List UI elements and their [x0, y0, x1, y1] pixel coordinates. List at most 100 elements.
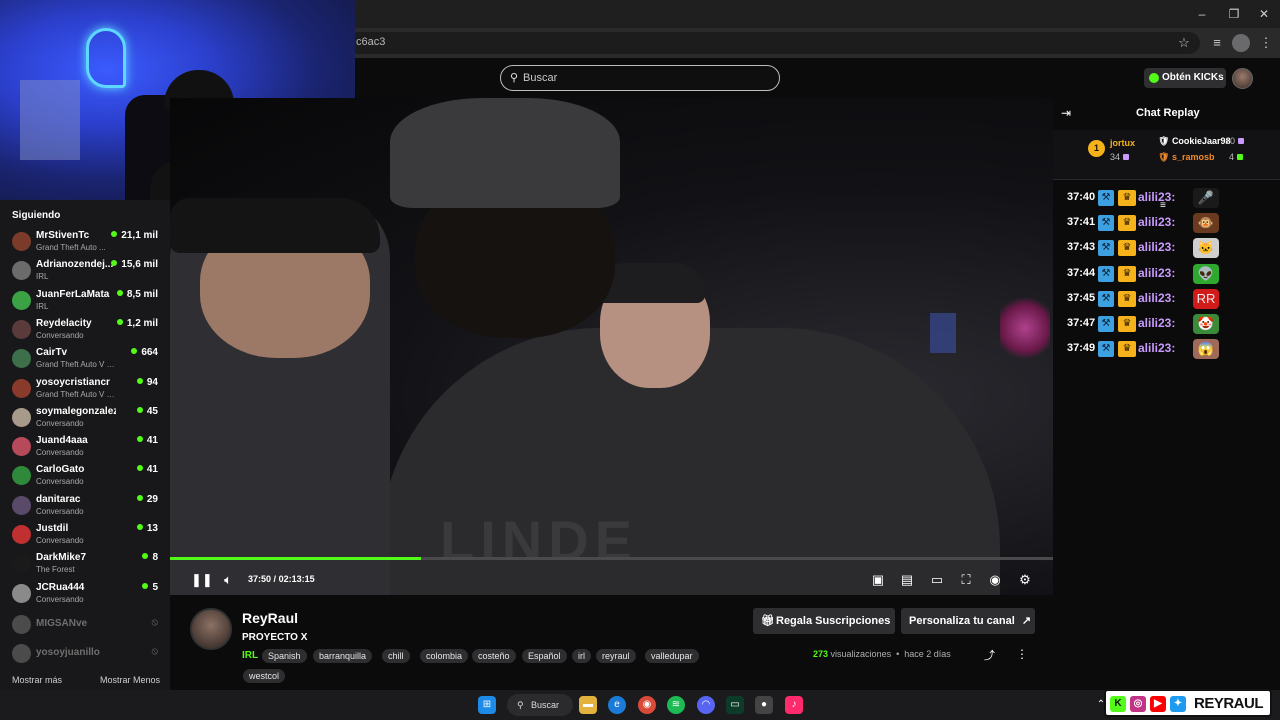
live-dot-icon [116, 318, 123, 325]
webcam-shelf [20, 80, 80, 160]
stream-tag[interactable]: colombia [420, 649, 469, 663]
channel-name[interactable]: ReyRaul [242, 610, 298, 626]
show-more-link[interactable]: Mostrar más [12, 675, 62, 685]
video-player[interactable]: LINDE [170, 98, 1053, 595]
windows-start-icon[interactable]: ⊞ [478, 696, 496, 714]
url-text: c6ac3 [356, 36, 386, 48]
live-dot-icon [142, 553, 149, 560]
discord-icon[interactable]: ◠ [697, 696, 715, 714]
volume-icon[interactable]: 🔈︎ [220, 572, 236, 588]
url-field[interactable]: c6ac3 [330, 32, 1200, 54]
tiktok-icon[interactable]: ♪ [785, 696, 803, 714]
close-window-button[interactable]: ✕ [1251, 4, 1277, 24]
playback-speed-icon[interactable]: ◉ [987, 572, 1003, 588]
theater-mode-icon[interactable]: ▭ [929, 572, 945, 588]
search-box[interactable]: ⚲ [500, 65, 780, 91]
sidebar-channel-item[interactable]: Adrianozendej... IRL 15,6 mil [0, 257, 170, 285]
video-progress-bar[interactable] [170, 557, 1053, 560]
chat-message: 37:44 ⚒ ♛ alili23: 👽 [1067, 263, 1267, 284]
user-avatar[interactable] [1232, 68, 1253, 89]
stream-tag[interactable]: Spanish [262, 649, 307, 663]
app-icon[interactable]: ▭ [726, 696, 744, 714]
sidebar-channel-item[interactable]: MrStivenTc Grand Theft Auto ... 21,1 mil [0, 228, 170, 256]
stream-category[interactable]: IRL [242, 650, 258, 661]
fullscreen-icon[interactable]: ⛶ [958, 572, 974, 588]
offline-icon: ⦸ [151, 646, 158, 658]
chrome-icon[interactable]: ◉ [638, 696, 656, 714]
message-emote-icon: 🐵 [1193, 213, 1219, 234]
profile-icon[interactable] [1232, 34, 1250, 52]
stream-tag[interactable]: costeño [472, 649, 516, 663]
edge-icon[interactable]: e [608, 696, 626, 714]
sidebar-channel-item[interactable]: yosoycristiancrGrand Theft Auto V (GTA) 9… [0, 375, 170, 403]
clip-icon[interactable]: ▤ [899, 572, 915, 588]
viewer-count: 8,5 mil [116, 289, 158, 300]
message-username[interactable]: alili23: [1138, 266, 1175, 280]
sidebar-channel-item-offline[interactable]: MIGSANve ⦸ [0, 611, 170, 639]
sidebar-channel-item[interactable]: JCRua444 Conversando 5 [0, 580, 170, 608]
channel-avatar[interactable] [190, 608, 232, 650]
get-kicks-label: Obtén KICKs [1162, 72, 1224, 83]
message-username[interactable]: alili23: [1138, 341, 1175, 355]
stream-tag[interactable]: barranquilla [313, 649, 373, 663]
kick-icon: K [1110, 696, 1126, 712]
maximize-button[interactable]: ❐ [1221, 4, 1247, 24]
channel-avatar [12, 466, 31, 486]
message-username[interactable]: alili23: [1138, 240, 1175, 254]
obs-icon[interactable]: ● [755, 696, 773, 714]
channel-category: Conversando [36, 330, 84, 340]
sidebar-channel-item[interactable]: CairTv Grand Theft Auto V (G... 664 [0, 345, 170, 373]
message-username[interactable]: alili23: [1138, 291, 1175, 305]
stream-tag[interactable]: valledupar [645, 649, 699, 663]
message-time: 37:47 [1067, 317, 1096, 329]
gifter-2-name[interactable]: 🛡︎ CookieJaar98 [1158, 136, 1230, 147]
chat-message: 37:45 ⚒ ♛ alili23: RR [1067, 288, 1267, 309]
browser-menu-icon[interactable]: ⋮ [1257, 34, 1275, 52]
sidebar-channel-item[interactable]: Justdil Conversando 13 [0, 521, 170, 549]
file-explorer-icon[interactable]: ▬ [579, 696, 597, 714]
message-username[interactable]: alili23: [1138, 316, 1175, 330]
viewer-count: 8 [142, 552, 158, 563]
share-icon[interactable]: ⤴ [984, 647, 995, 663]
more-options-icon[interactable]: ⋮ [1016, 647, 1028, 661]
miniplayer-icon[interactable]: ▣ [870, 572, 886, 588]
top-gifter-name[interactable]: jortux [1110, 138, 1135, 148]
gift-subs-button[interactable]: 🎁︎ Regala Suscripciones [753, 608, 895, 634]
media-controls-icon[interactable]: ≡ [1208, 34, 1226, 52]
sidebar-channel-item[interactable]: soymalegonzalez Conversando 45 [0, 404, 170, 432]
message-username[interactable]: alili23: [1138, 190, 1175, 204]
bookmark-star-icon[interactable]: ☆ [1175, 34, 1193, 52]
pause-icon[interactable]: ❚❚ [191, 572, 213, 588]
viewer-count: 41 [136, 464, 158, 475]
sidebar-channel-item[interactable]: Reydelacity Conversando 1,2 mil [0, 316, 170, 344]
sidebar-channel-item[interactable]: Juand4aaa Conversando 41 [0, 433, 170, 461]
stream-tag[interactable]: reyraul [596, 649, 636, 663]
get-kicks-button[interactable]: Obtén KICKs [1144, 68, 1226, 88]
search-input[interactable] [523, 69, 763, 87]
minimize-button[interactable]: – [1189, 4, 1215, 24]
sidebar-channel-item[interactable]: DarkMike7 The Forest 8 [0, 550, 170, 578]
stream-tag[interactable]: irl [572, 649, 591, 663]
settings-gear-icon[interactable]: ⚙ [1017, 572, 1033, 588]
channel-name: JuanFerLaMata [36, 288, 110, 300]
sidebar-channel-item[interactable]: JuanFerLaMata IRL 8,5 mil [0, 287, 170, 315]
channel-category: Grand Theft Auto ... [36, 243, 106, 252]
spotify-icon[interactable]: ≋ [667, 696, 685, 714]
channel-name: yosoycristiancr [36, 376, 110, 388]
sidebar-channel-item[interactable]: danitarac Conversando 29 [0, 492, 170, 520]
customize-channel-button[interactable]: Personaliza tu canal ↗ [901, 608, 1035, 634]
collapse-chat-icon[interactable]: ⇥ [1061, 106, 1071, 120]
taskbar-search[interactable]: ⚲ Buscar [507, 694, 573, 716]
message-username[interactable]: alili23: [1138, 215, 1175, 229]
sidebar-channel-item[interactable]: CarloGato Conversando 41 [0, 462, 170, 490]
channel-category: IRL [36, 301, 49, 311]
stream-tag[interactable]: westcol [243, 669, 286, 683]
stream-tag[interactable]: Español [522, 649, 567, 663]
twitter-icon: ✦ [1170, 696, 1186, 712]
stream-tag[interactable]: chill [382, 649, 410, 663]
gifter-3-name[interactable]: 🛡︎ s_ramosb [1158, 152, 1214, 163]
instagram-icon: ◎ [1130, 696, 1146, 712]
sidebar-channel-item-offline[interactable]: yosoyjuanillo ⦸ [0, 640, 170, 668]
show-less-link[interactable]: Mostrar Menos [100, 675, 160, 685]
video-progress-fill [170, 557, 421, 560]
